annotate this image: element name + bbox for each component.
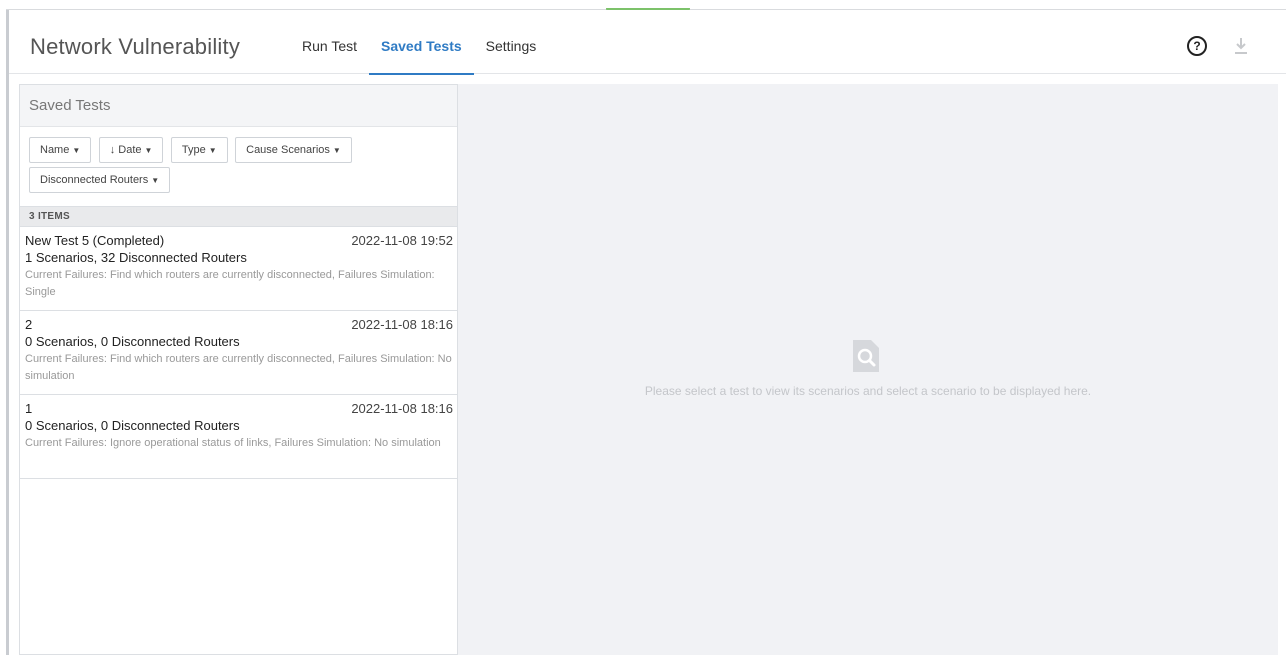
filter-date-button[interactable]: ↓ Date ▼ <box>98 137 164 163</box>
tab-settings[interactable]: Settings <box>474 10 549 74</box>
filter-bar: Name ▼ ↓ Date ▼ Type ▼ Cause Scenarios ▼ Dis… <box>20 127 457 206</box>
test-date: 2022-11-08 18:16 <box>351 317 453 332</box>
test-date: 2022-11-08 19:52 <box>351 233 453 248</box>
question-circle-icon[interactable]: ? <box>1187 36 1207 56</box>
caret-down-icon: ▼ <box>332 146 341 155</box>
test-name: New Test 5 (Completed) <box>25 233 165 248</box>
filter-cause-scenarios-button[interactable]: Cause Scenarios ▼ <box>235 137 352 163</box>
test-list-item[interactable]: 1 2022-11-08 18:16 0 Scenarios, 0 Discon… <box>20 395 457 479</box>
saved-tests-panel: Saved Tests Name ▼ ↓ Date ▼ Type ▼ Cause Sc… <box>19 84 458 655</box>
test-summary: 0 Scenarios, 0 Disconnected Routers <box>25 334 240 349</box>
caret-down-icon: ▼ <box>72 146 81 155</box>
caret-down-icon: ▼ <box>144 146 153 155</box>
test-name: 2 <box>25 317 33 332</box>
caret-down-icon: ▼ <box>151 176 160 185</box>
test-description: Current Failures: Ignore operational sta… <box>25 437 441 449</box>
window-left-border <box>6 10 9 655</box>
caret-down-icon: ▼ <box>208 146 217 155</box>
detail-panel: Please select a test to view its scenari… <box>458 84 1278 655</box>
tab-saved-tests[interactable]: Saved Tests <box>369 10 474 75</box>
panel-title: Saved Tests <box>20 85 457 127</box>
test-summary: 0 Scenarios, 0 Disconnected Routers <box>25 418 240 433</box>
test-description: Current Failures: Find which routers are… <box>25 269 435 298</box>
items-count: 3 ITEMS <box>20 206 457 227</box>
tab-run-test[interactable]: Run Test <box>290 10 369 74</box>
test-list-item[interactable]: New Test 5 (Completed) 2022-11-08 19:52 … <box>20 227 457 311</box>
tab-bar: Run Test Saved Tests Settings <box>290 10 549 75</box>
test-name: 1 <box>25 401 33 416</box>
empty-state-message: Please select a test to view its scenari… <box>644 384 1092 398</box>
test-summary: 1 Scenarios, 32 Disconnected Routers <box>25 250 247 265</box>
search-document-icon <box>853 340 879 372</box>
filter-name-button[interactable]: Name ▼ <box>29 137 92 163</box>
app-window: Network Vulnerability Run Test Saved Tes… <box>0 0 1286 655</box>
app-header: Network Vulnerability Run Test Saved Tes… <box>9 10 1286 75</box>
test-date: 2022-11-08 18:16 <box>351 401 453 416</box>
app-title: Network Vulnerability <box>30 34 241 59</box>
test-list-item[interactable]: 2 2022-11-08 18:16 0 Scenarios, 0 Discon… <box>20 311 457 395</box>
filter-disconnected-routers-button[interactable]: Disconnected Routers ▼ <box>29 167 171 193</box>
download-icon[interactable] <box>1233 36 1249 56</box>
filter-type-button[interactable]: Type ▼ <box>170 137 228 163</box>
test-description: Current Failures: Find which routers are… <box>25 353 452 382</box>
